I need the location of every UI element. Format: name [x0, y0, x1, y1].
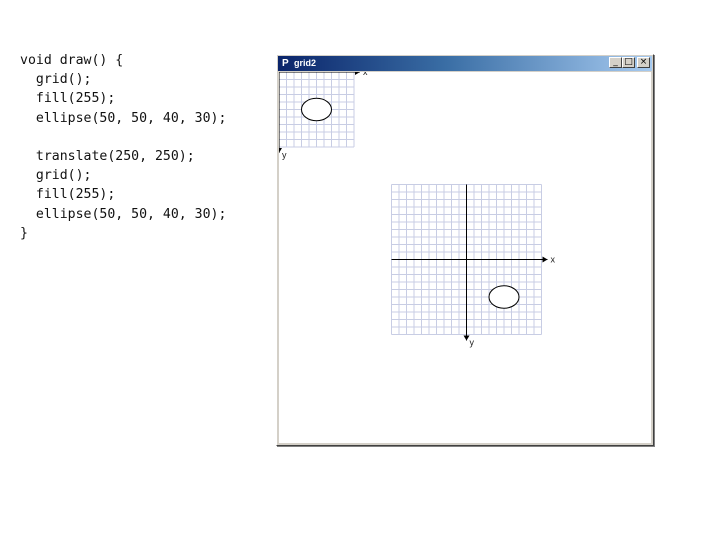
code-listing: void draw() { grid(); fill(255); ellipse… [20, 51, 226, 243]
processing-app-icon: P [282, 58, 289, 69]
ellipse-shape [488, 285, 520, 309]
ellipse-shape [301, 97, 332, 122]
close-button[interactable]: × [637, 57, 650, 68]
code-line: ellipse(50, 50, 40, 30); [20, 206, 227, 222]
sketch-window: P grid2 _ □ × xy xy [276, 54, 654, 446]
window-titlebar[interactable]: P grid2 _ □ × [278, 56, 652, 71]
sketch-drawing: xy xy [279, 72, 556, 348]
minimize-button[interactable]: _ [609, 57, 622, 68]
code-line: grid(); [20, 168, 92, 184]
code-line: fill(255); [20, 91, 116, 107]
y-axis-label: y [282, 150, 287, 160]
window-title: grid2 [294, 58, 317, 68]
maximize-button[interactable]: □ [622, 57, 635, 68]
x-axis-arrow-icon [542, 256, 548, 263]
y-axis-label: y [470, 338, 475, 348]
window-controls: _ □ × [609, 57, 650, 70]
code-line: translate(250, 250); [20, 148, 195, 164]
code-line: fill(255); [20, 187, 116, 203]
x-axis-label: x [363, 72, 368, 77]
code-line: void draw() { [20, 53, 124, 68]
code-line: ellipse(50, 50, 40, 30); [20, 110, 227, 126]
grid-origin: xy [279, 72, 368, 160]
code-line: } [20, 225, 28, 241]
code-line: grid(); [20, 72, 92, 88]
grid-translated: xy [391, 184, 556, 348]
x-axis-arrow-icon [355, 72, 360, 75]
x-axis-label: x [551, 255, 556, 265]
sketch-canvas[interactable]: xy xy [279, 72, 651, 443]
